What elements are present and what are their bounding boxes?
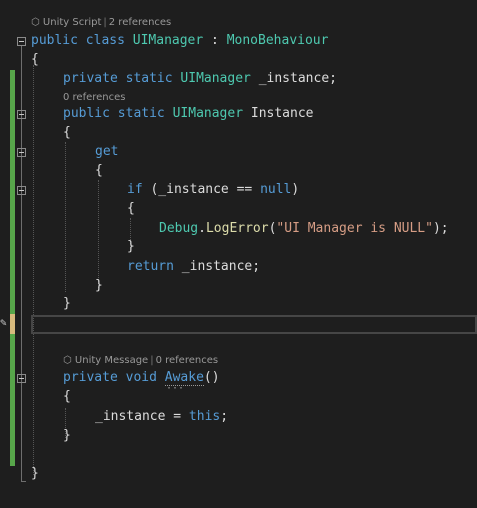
code-line-12[interactable]: return _instance;: [127, 258, 260, 276]
code-line-9[interactable]: {: [127, 200, 135, 218]
codelens-references[interactable]: 0 references: [63, 92, 126, 103]
code-line-17[interactable]: _instance = this;: [95, 408, 228, 426]
code-line-8[interactable]: if (_instance == null): [127, 181, 299, 199]
code-line-11[interactable]: }: [127, 238, 135, 256]
code-line-1[interactable]: public class UIManager : MonoBehaviour: [31, 32, 328, 50]
collapse-class-icon[interactable]: [17, 37, 26, 46]
codelens-awake[interactable]: ⬡ Unity Message | 0 references: [63, 355, 218, 367]
unity-cube-icon: ⬡: [63, 355, 72, 366]
code-line-7[interactable]: {: [95, 162, 103, 180]
collapse-if-icon[interactable]: [17, 186, 26, 195]
outline-end: [21, 481, 26, 482]
code-line-10[interactable]: Debug.LogError("UI Manager is NULL");: [159, 220, 449, 238]
code-line-3[interactable]: private static UIManager _instance;: [63, 70, 337, 88]
code-line-4[interactable]: public static UIManager Instance: [63, 105, 314, 123]
codelens-instance[interactable]: 0 references: [63, 92, 126, 104]
collapse-method-icon[interactable]: [17, 374, 26, 383]
code-line-18[interactable]: }: [63, 427, 71, 445]
codelens-kind[interactable]: Unity Message: [75, 355, 148, 366]
unity-cube-icon: ⬡: [31, 17, 40, 28]
codelens-references[interactable]: 0 references: [156, 355, 219, 366]
collapse-get-icon[interactable]: [17, 148, 26, 157]
indent-guide: [65, 142, 66, 292]
code-line-6[interactable]: get: [95, 143, 118, 161]
code-line-5[interactable]: {: [63, 124, 71, 142]
suggestion-dots[interactable]: ···: [166, 384, 184, 394]
codelens-kind[interactable]: Unity Script: [43, 17, 101, 28]
code-line-13[interactable]: }: [95, 277, 103, 295]
code-line-19[interactable]: }: [31, 465, 39, 483]
code-line-15[interactable]: private void Awake(): [63, 369, 220, 387]
indent-guide: [33, 65, 34, 475]
indent-guide: [98, 180, 99, 290]
code-editor[interactable]: ✎ ⬡ Unity Script | 2 references public cla…: [0, 0, 477, 508]
code-line-16[interactable]: {: [63, 388, 71, 406]
glyph-margin: [0, 0, 10, 508]
change-indicator-unsaved: [10, 314, 15, 334]
code-line-2[interactable]: {: [31, 51, 39, 69]
codelens-class[interactable]: ⬡ Unity Script | 2 references: [31, 17, 171, 29]
collapse-property-icon[interactable]: [17, 110, 26, 119]
change-indicator-saved: [10, 334, 15, 466]
current-line-highlight: [31, 315, 477, 334]
edit-pen-icon: ✎: [0, 316, 7, 329]
change-indicator-saved: [10, 70, 15, 314]
codelens-references[interactable]: 2 references: [109, 17, 172, 28]
code-line-14[interactable]: }: [63, 295, 71, 313]
